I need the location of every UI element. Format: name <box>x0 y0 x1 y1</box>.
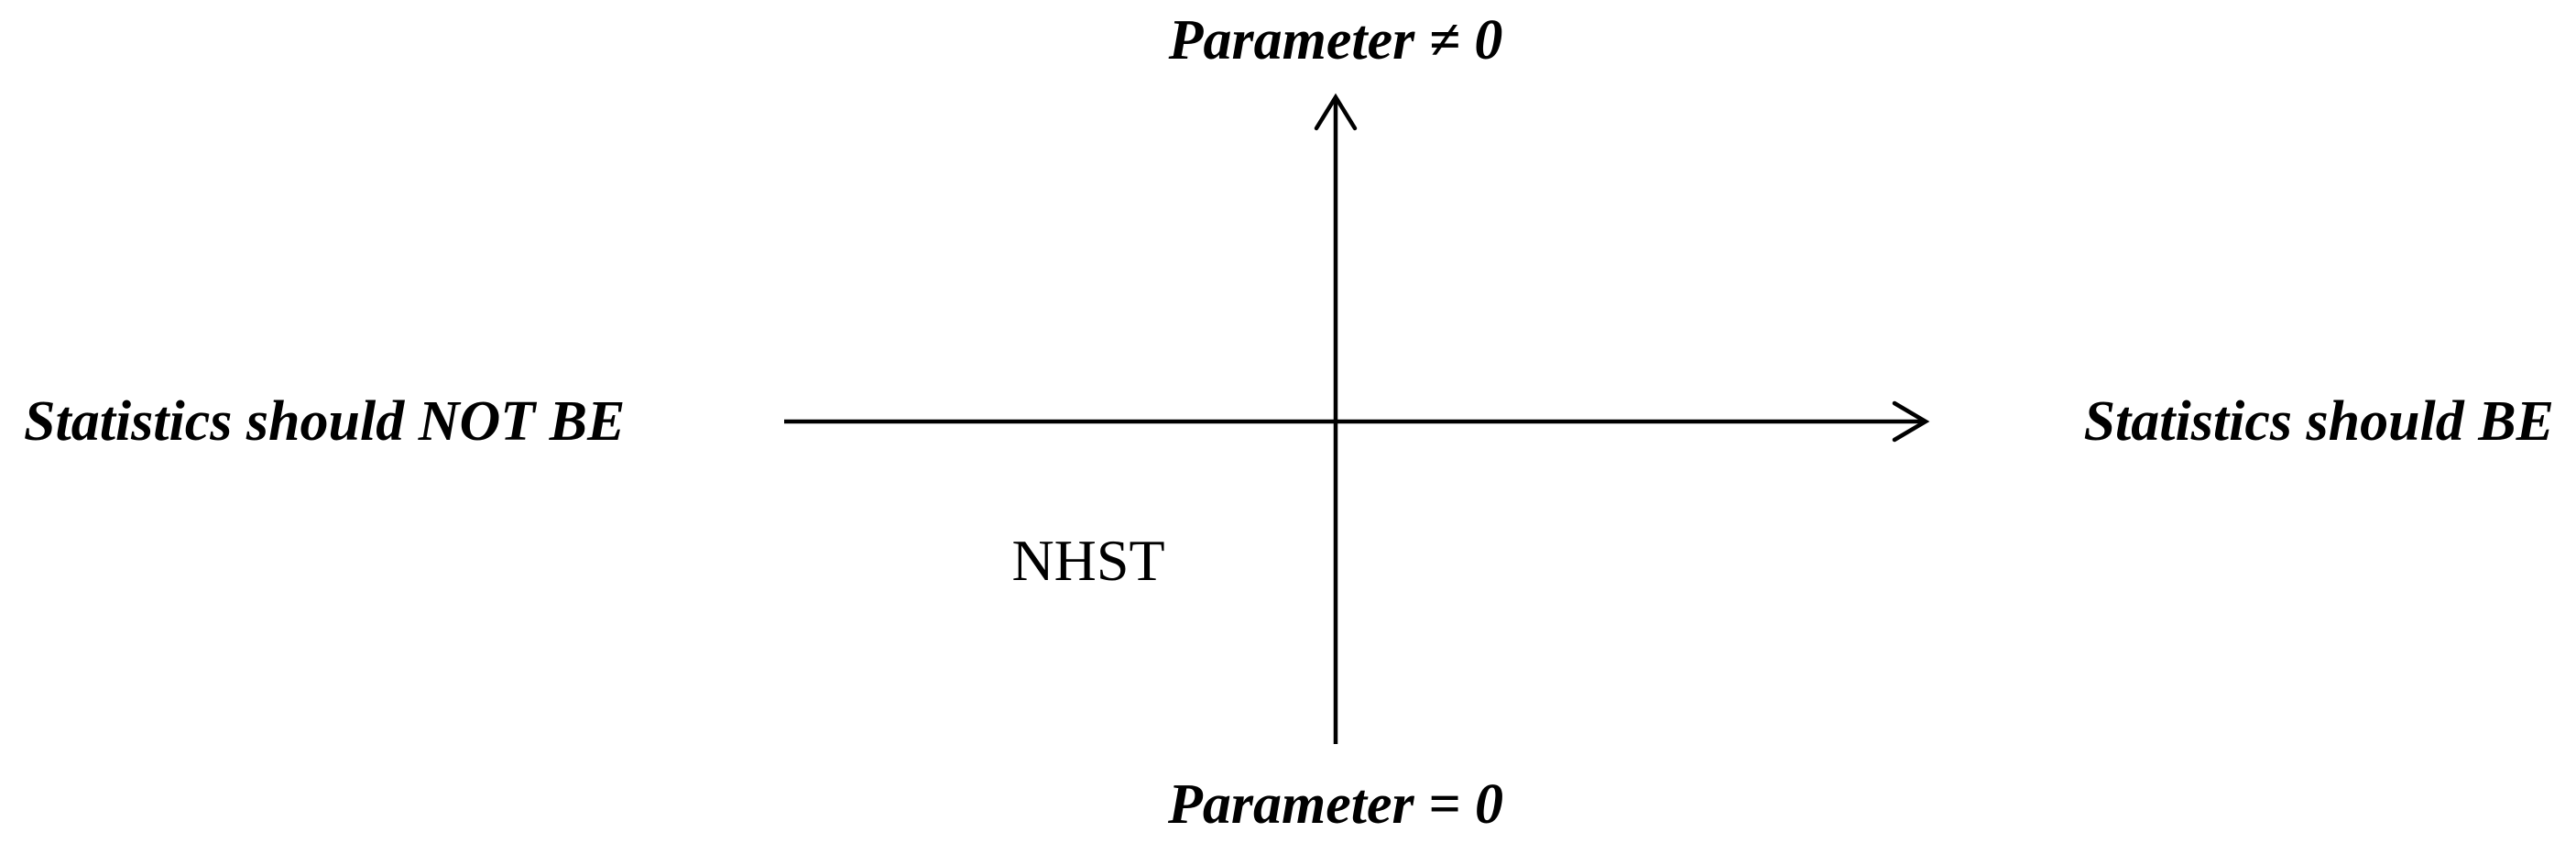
quadrant-label-nhst: NHST <box>1011 528 1164 593</box>
axis-label-left: Statistics should NOT BE <box>24 390 625 453</box>
axis-label-right: Statistics should BE <box>2084 390 2554 453</box>
quadrant-diagram: Parameter ≠ 0 Parameter = 0 Statistics s… <box>24 9 2554 836</box>
axis-label-bottom: Parameter = 0 <box>1167 773 1503 836</box>
axis-label-top: Parameter ≠ 0 <box>1168 9 1503 71</box>
